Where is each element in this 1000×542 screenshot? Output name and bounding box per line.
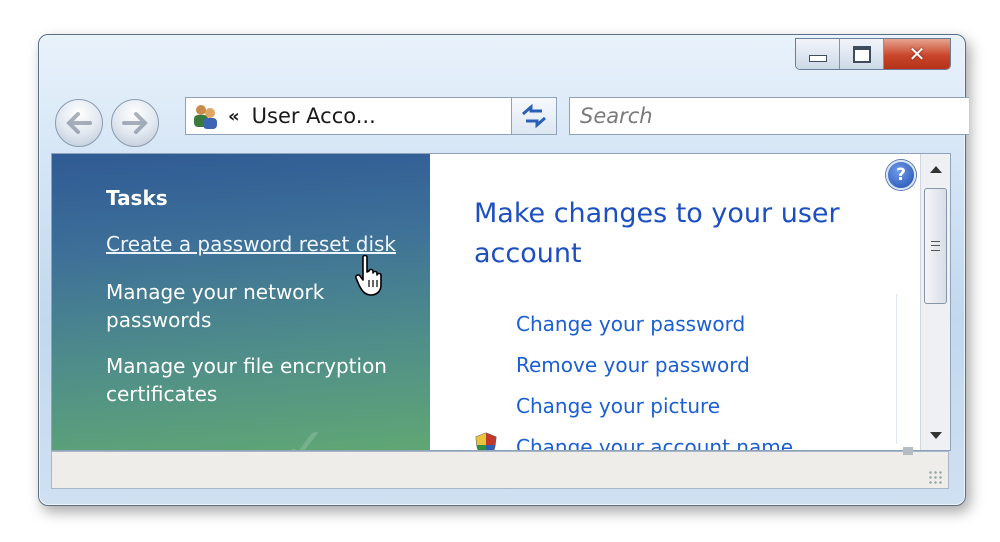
arrow-up-icon xyxy=(930,165,942,173)
caption-buttons: ✕ xyxy=(795,38,951,70)
help-icon: ? xyxy=(896,165,906,185)
content-area: ✓ Tasks Create a password reset disk Man… xyxy=(51,153,951,451)
scroll-down-button[interactable] xyxy=(921,420,950,450)
forward-button[interactable] xyxy=(111,99,159,147)
search-box[interactable] xyxy=(569,97,969,135)
back-button[interactable] xyxy=(55,99,103,147)
maximize-icon xyxy=(852,45,871,63)
arrow-left-icon xyxy=(66,112,92,134)
link-change-picture[interactable]: Change your picture xyxy=(516,394,720,418)
status-bar-separator xyxy=(903,447,913,455)
maximize-button[interactable] xyxy=(840,39,884,69)
main-pane: Make changes to your user account Change… xyxy=(430,154,920,450)
uac-shield-icon xyxy=(475,432,497,450)
vertical-scrollbar[interactable] xyxy=(920,154,950,450)
close-button[interactable]: ✕ xyxy=(884,39,950,69)
task-pane: ✓ Tasks Create a password reset disk Man… xyxy=(52,154,430,450)
scroll-thumb[interactable] xyxy=(924,188,947,304)
arrow-right-icon xyxy=(122,112,148,134)
refresh-icon xyxy=(522,103,546,129)
scroll-up-button[interactable] xyxy=(921,154,950,184)
grip-icon xyxy=(931,241,940,251)
window: ✕ « User Acco... ✓ Tasks Create a passwo… xyxy=(38,34,969,506)
arrow-down-icon xyxy=(930,431,942,439)
task-manage-file-encryption-certificates[interactable]: Manage your file encryption certificates xyxy=(106,352,416,408)
close-icon: ✕ xyxy=(908,42,926,66)
minimize-button[interactable] xyxy=(796,39,840,69)
link-remove-password[interactable]: Remove your password xyxy=(516,353,750,377)
address-breadcrumb[interactable]: User Acco... xyxy=(252,104,530,128)
users-icon xyxy=(194,105,217,129)
address-bar[interactable]: « User Acco... xyxy=(185,97,553,135)
checkmark-watermark-icon: ✓ xyxy=(282,416,328,451)
divider xyxy=(896,294,897,444)
address-overflow-chevron[interactable]: « xyxy=(228,106,240,127)
refresh-button[interactable] xyxy=(511,97,557,135)
minimize-icon xyxy=(808,54,827,62)
tasks-heading: Tasks xyxy=(106,186,168,210)
resize-grip-icon[interactable] xyxy=(928,470,942,484)
search-input[interactable] xyxy=(570,98,962,134)
link-change-password[interactable]: Change your password xyxy=(516,312,745,336)
help-button[interactable]: ? xyxy=(886,160,916,190)
link-change-account-name[interactable]: Change your account name xyxy=(516,435,793,450)
hand-cursor-icon xyxy=(355,254,382,296)
status-bar xyxy=(51,451,949,489)
page-title: Make changes to your user account xyxy=(474,198,840,269)
